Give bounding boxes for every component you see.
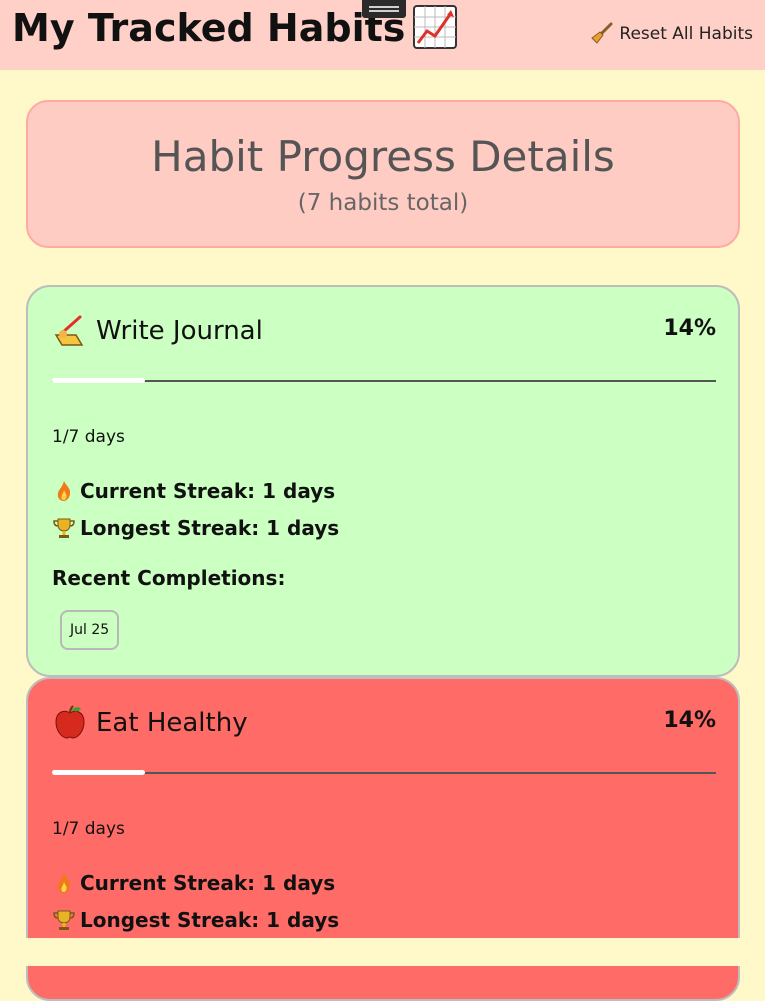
fire-icon xyxy=(52,479,76,503)
summary-subtitle: (7 habits total) xyxy=(297,190,469,216)
summary-title: Habit Progress Details xyxy=(151,132,615,181)
longest-streak-text: Longest Streak: 1 days xyxy=(80,908,340,932)
habit-percent: 14% xyxy=(663,316,716,341)
habit-title: Eat Healthy xyxy=(52,705,248,740)
apple-icon xyxy=(52,705,88,739)
current-streak: Current Streak: 1 days xyxy=(52,869,335,897)
current-streak-text: Current Streak: 1 days xyxy=(80,871,336,895)
current-streak-text: Current Streak: 1 days xyxy=(80,479,336,503)
longest-streak: Longest Streak: 1 days xyxy=(52,514,339,542)
reset-all-habits-label: Reset All Habits xyxy=(619,24,753,44)
trophy-icon xyxy=(52,516,76,540)
writing-hand-icon xyxy=(52,313,88,347)
app-header: My Tracked Habits Reset All Habits xyxy=(0,0,765,70)
longest-streak-text: Longest Streak: 1 days xyxy=(80,516,340,540)
habit-progress-bar xyxy=(52,378,716,383)
habit-title: Write Journal xyxy=(52,313,263,348)
habit-name-text: Eat Healthy xyxy=(96,708,248,738)
fire-icon xyxy=(52,871,76,895)
habit-progress-fill xyxy=(52,378,145,383)
window-drag-handle[interactable] xyxy=(362,0,406,18)
habit-progress-fill xyxy=(52,770,145,775)
summary-card: Habit Progress Details (7 habits total) xyxy=(26,100,740,248)
chart-increasing-icon xyxy=(413,5,458,49)
habit-percent: 14% xyxy=(663,708,716,733)
reset-all-habits-button[interactable]: Reset All Habits xyxy=(591,22,753,46)
current-streak: Current Streak: 1 days xyxy=(52,477,335,505)
recent-completions-label: Recent Completions: xyxy=(52,566,286,590)
habit-days: 1/7 days xyxy=(52,819,125,839)
habit-name-text: Write Journal xyxy=(96,316,263,346)
app-title-text: My Tracked Habits xyxy=(12,6,406,50)
completion-date-chip: Jul 25 xyxy=(60,610,120,650)
broom-icon xyxy=(591,22,613,44)
longest-streak: Longest Streak: 1 days xyxy=(52,906,339,934)
trophy-icon xyxy=(52,908,76,932)
bottom-margin xyxy=(0,938,765,966)
habit-progress-bar xyxy=(52,770,716,775)
habit-days: 1/7 days xyxy=(52,427,125,447)
habit-card-write-journal: Write Journal 14% 1/7 days Current Strea… xyxy=(26,285,740,677)
